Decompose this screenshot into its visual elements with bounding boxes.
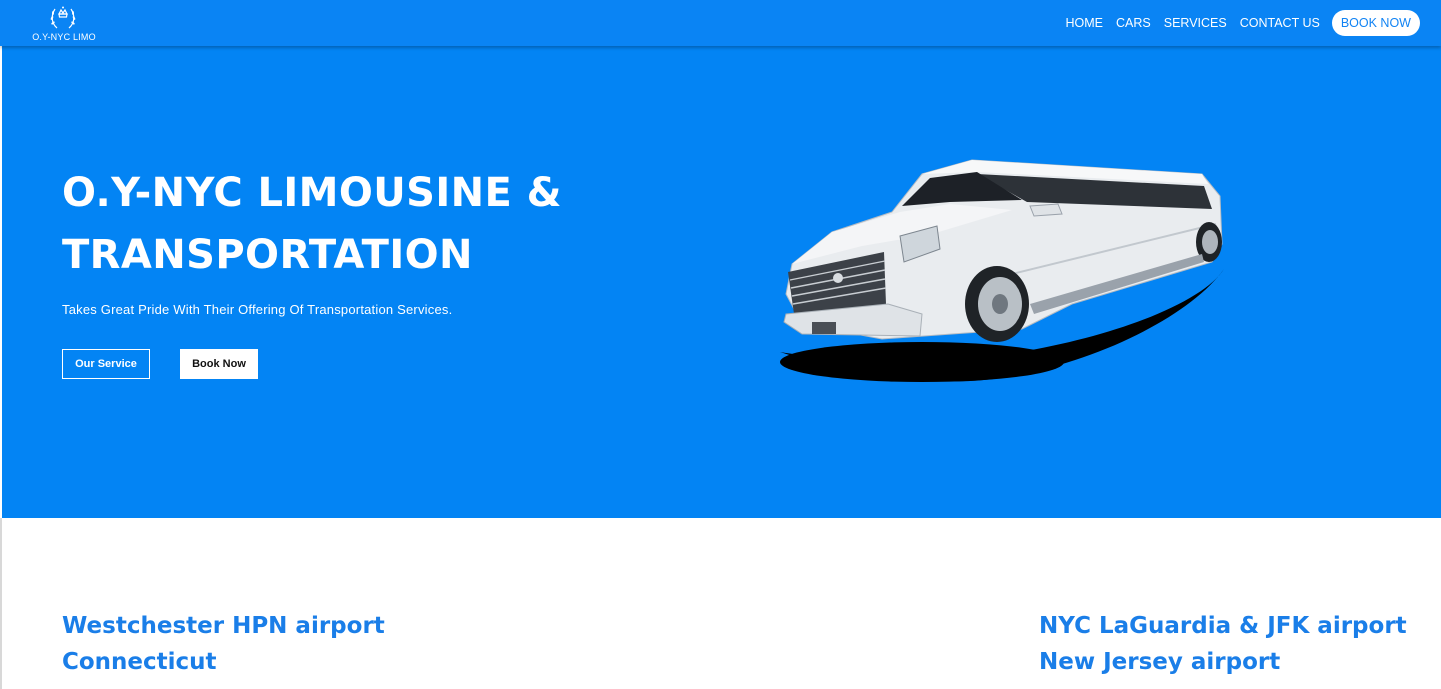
main-nav: HOME CARS SERVICES CONTACT US BOOK NOW bbox=[1053, 10, 1420, 36]
hero-title: O.Y-NYC LIMOUSINE & TRANSPORTATION bbox=[62, 162, 622, 286]
site-logo[interactable]: O.Y-NYC LIMO bbox=[28, 4, 100, 44]
location-item: Westchester HPN airport bbox=[62, 613, 385, 639]
locations-right: NYC LaGuardia & JFK airport New Jersey a… bbox=[1039, 608, 1407, 680]
laurel-crown-icon bbox=[50, 6, 76, 29]
nav-book-now-button[interactable]: BOOK NOW bbox=[1331, 10, 1420, 36]
location-item: NYC LaGuardia & JFK airport bbox=[1039, 613, 1407, 639]
nav-home-link[interactable]: HOME bbox=[1066, 16, 1104, 30]
limousine-image bbox=[780, 159, 1224, 382]
page: O.Y-NYC LIMO HOME CARS SERVICES CONTACT … bbox=[0, 0, 1441, 689]
logo-text: O.Y-NYC LIMO bbox=[32, 32, 96, 42]
hero-title-line-1: O.Y-NYC LIMOUSINE & bbox=[62, 170, 562, 216]
our-service-button[interactable]: Our Service bbox=[62, 349, 150, 379]
hero-title-line-2: TRANSPORTATION bbox=[62, 232, 473, 278]
hero-subtitle: Takes Great Pride With Their Offering Of… bbox=[62, 302, 453, 317]
nav-contact-link[interactable]: CONTACT US bbox=[1240, 16, 1320, 30]
location-item: Connecticut bbox=[62, 649, 217, 675]
book-now-button[interactable]: Book Now bbox=[180, 349, 258, 379]
locations-left: Westchester HPN airport Connecticut bbox=[62, 608, 385, 680]
hero-section: O.Y-NYC LIMOUSINE & TRANSPORTATION Takes… bbox=[2, 46, 1441, 518]
nav-cars-link[interactable]: CARS bbox=[1116, 16, 1151, 30]
nav-services-link[interactable]: SERVICES bbox=[1164, 16, 1227, 30]
location-item: New Jersey airport bbox=[1039, 649, 1281, 675]
section-divider bbox=[0, 518, 2, 689]
top-navbar: O.Y-NYC LIMO HOME CARS SERVICES CONTACT … bbox=[0, 0, 1441, 46]
